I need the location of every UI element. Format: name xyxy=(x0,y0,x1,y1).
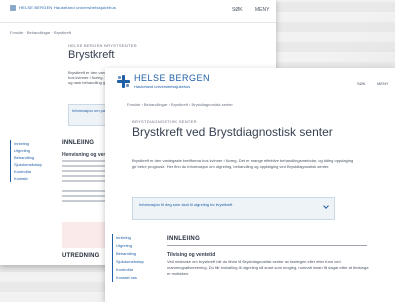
back-side-item[interactable]: Kontakt xyxy=(14,175,62,182)
front-intro: Brystkreft er den vanlegaste kreftforma … xyxy=(132,158,354,169)
front-info-text: Informasjon til deg som skal til utgreii… xyxy=(139,202,233,207)
back-page-title: Brystkreft xyxy=(68,49,115,61)
front-side-item[interactable]: Behandling xyxy=(116,250,156,258)
front-logo[interactable]: HELSE BERGEN Haukeland universitetssjuke… xyxy=(117,74,210,89)
front-sub-heading: Tilvising og ventetid xyxy=(167,252,216,258)
front-logo-sub: Haukeland universitetssjukehus xyxy=(134,84,191,89)
back-side-item[interactable]: Utgreiing xyxy=(14,147,62,154)
back-section-heading-workup: UTREDNING xyxy=(62,253,100,259)
chevron-down-icon xyxy=(323,203,329,209)
front-page-screenshot: HELSE BERGEN Haukeland universitetssjuke… xyxy=(105,68,395,302)
back-side-item[interactable]: Kontrollar xyxy=(14,168,62,175)
back-search-link[interactable]: SØK xyxy=(232,7,243,13)
front-info-box[interactable]: Informasjon til deg som skal til utgreii… xyxy=(132,197,335,220)
front-body-text: Ved mistanke om brystkreft blir du tilvi… xyxy=(167,259,369,276)
back-side-item[interactable]: Behandling xyxy=(14,154,62,161)
front-side-nav: Innleiing Utgreiing Behandling Sjukdomsf… xyxy=(112,234,156,282)
front-breadcrumb[interactable]: Forside › Behandlingar › Brystkreft › Br… xyxy=(127,102,233,107)
back-side-item[interactable]: Innleiing xyxy=(14,140,62,147)
front-page-title: Brystkreft ved Brystdiagnostisk senter xyxy=(132,125,333,139)
front-side-item[interactable]: Kontrollar xyxy=(116,266,156,274)
front-side-item[interactable]: Kontakt oss xyxy=(116,274,156,282)
front-menu-link[interactable]: MENY xyxy=(377,81,389,86)
front-logo-name: HELSE BERGEN xyxy=(134,73,211,83)
back-logo[interactable]: HELSE BERGEN Haukeland universitetssjuke… xyxy=(10,5,116,11)
back-section-heading-intro: INNLEIING xyxy=(62,140,95,146)
back-side-item[interactable]: Sjukdomsforløp xyxy=(14,161,62,168)
back-breadcrumb[interactable]: Forside · Behandlingar · Brystkreft xyxy=(10,30,71,35)
helse-logo-icon xyxy=(117,75,130,88)
back-header: HELSE BERGEN Haukeland universitetssjuke… xyxy=(0,0,276,23)
back-kicker: HELSE BERGEN BRYSTSENTER xyxy=(68,43,137,48)
front-side-item[interactable]: Sjukdomsforløp xyxy=(116,258,156,266)
logo-mark-icon xyxy=(10,5,16,11)
front-side-item[interactable]: Innleiing xyxy=(116,234,156,242)
front-header: HELSE BERGEN Haukeland universitetssjuke… xyxy=(105,68,395,94)
front-kicker: BRYSTDIAGNOSTISK SENTER xyxy=(132,119,197,124)
front-search-link[interactable]: SØK xyxy=(357,81,365,86)
back-menu-link[interactable]: MENY xyxy=(255,7,269,13)
front-divider xyxy=(167,245,367,246)
back-side-nav: Innleiing Utgreiing Behandling Sjukdomsf… xyxy=(10,140,62,182)
front-section-heading-intro: INNLEIING xyxy=(167,236,201,242)
front-side-item[interactable]: Utgreiing xyxy=(116,242,156,250)
back-logo-text: HELSE BERGEN Haukeland universitetssjuke… xyxy=(19,5,117,11)
